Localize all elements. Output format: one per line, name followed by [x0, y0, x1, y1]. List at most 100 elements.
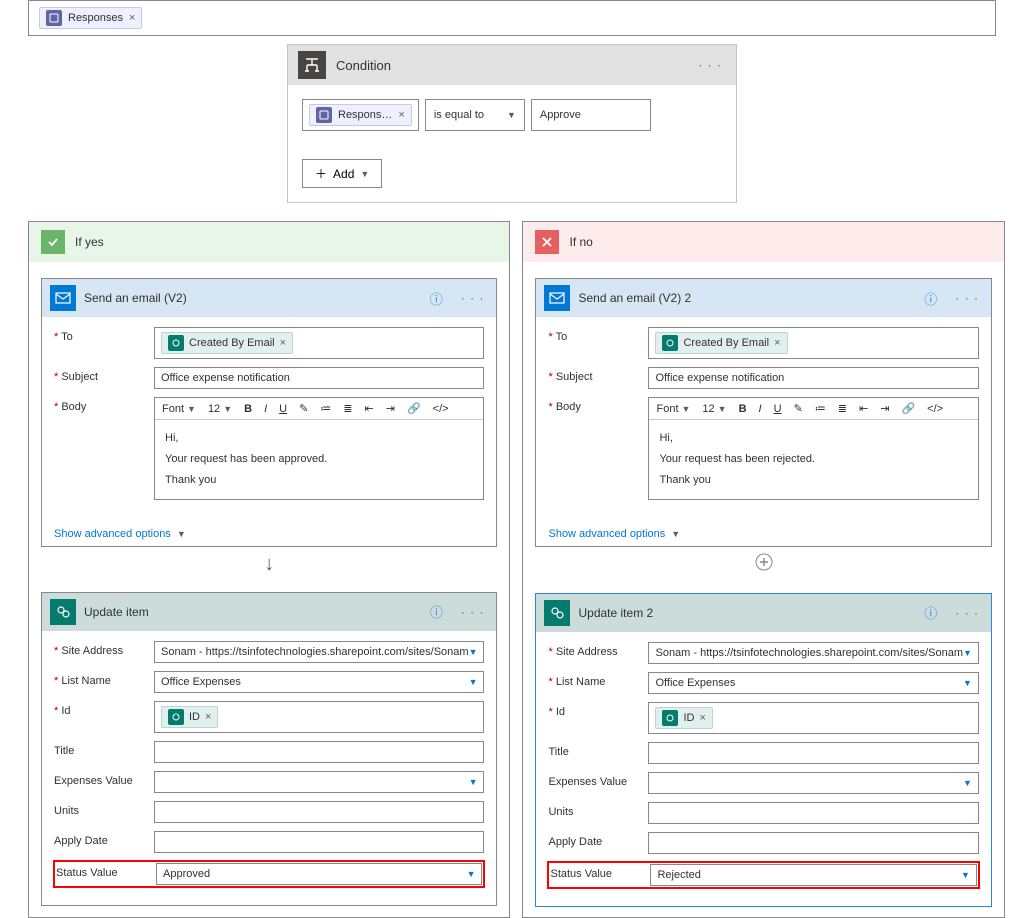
action-header[interactable]: Send an email (V2) 2 ⓘ · · · [536, 279, 990, 317]
editor-content[interactable]: Hi, Your request has been approved. Than… [155, 420, 483, 499]
created-by-email-token[interactable]: Created By Email × [655, 332, 787, 354]
indent-button[interactable]: ⇥ [877, 400, 892, 417]
expenses-select[interactable]: ▼ [648, 772, 978, 794]
condition-header[interactable]: Condition · · · [288, 45, 736, 85]
add-step-button[interactable] [523, 553, 1003, 577]
status-select[interactable]: Rejected ▼ [650, 864, 976, 886]
if-yes-header: If yes [29, 222, 509, 262]
if-yes-branch: If yes Send an email (V2) ⓘ · · · To [28, 221, 510, 918]
underline-button[interactable]: U [771, 401, 785, 417]
id-token[interactable]: ID × [161, 706, 218, 728]
action-menu-button[interactable]: · · · [457, 291, 489, 305]
responses-token[interactable]: Respons… × [309, 104, 412, 126]
units-input[interactable] [648, 802, 978, 824]
chevron-down-icon: ▼ [961, 870, 970, 880]
status-label: Status Value [550, 864, 642, 880]
show-advanced-link[interactable]: Show advanced options ▼ [536, 518, 692, 546]
id-token[interactable]: ID × [655, 707, 712, 729]
body-line: Hi, [659, 428, 967, 449]
units-input[interactable] [154, 801, 484, 823]
expenses-select[interactable]: ▼ [154, 771, 484, 793]
help-icon[interactable]: ⓘ [424, 289, 449, 308]
bold-button[interactable]: B [241, 401, 255, 417]
status-select[interactable]: Approved ▼ [156, 863, 482, 885]
id-input[interactable]: ID × [154, 701, 484, 733]
apply-date-input[interactable] [154, 831, 484, 853]
to-input[interactable]: Created By Email × [154, 327, 484, 359]
highlight-button[interactable]: ✎ [791, 400, 806, 417]
outdent-button[interactable]: ⇤ [856, 400, 871, 417]
bullet-list-button[interactable]: ≔ [317, 400, 334, 417]
status-value: Approved [163, 868, 210, 880]
created-by-email-token[interactable]: Created By Email × [161, 332, 293, 354]
underline-button[interactable]: U [276, 401, 290, 417]
outdent-button[interactable]: ⇤ [362, 400, 377, 417]
remove-token-icon[interactable]: × [205, 711, 211, 723]
font-size-select[interactable]: 12 ▼ [699, 401, 729, 417]
id-input[interactable]: ID × [648, 702, 978, 734]
body-line: Your request has been rejected. [659, 449, 967, 470]
subject-label: Subject [54, 367, 146, 383]
remove-token-icon[interactable]: × [129, 12, 135, 24]
chevron-down-icon: ▼ [467, 869, 476, 879]
responses-token[interactable]: Responses × [39, 7, 142, 29]
help-icon[interactable]: ⓘ [918, 603, 943, 622]
site-address-select[interactable]: Sonam - https://tsinfotechnologies.share… [648, 642, 978, 664]
link-button[interactable]: 🔗 [404, 400, 424, 417]
action-menu-button[interactable]: · · · [457, 605, 489, 619]
highlight-button[interactable]: ✎ [296, 400, 311, 417]
title-input[interactable] [648, 742, 978, 764]
action-header[interactable]: Update item 2 ⓘ · · · [536, 594, 990, 632]
action-header[interactable]: Send an email (V2) ⓘ · · · [42, 279, 496, 317]
font-size-select[interactable]: 12 ▼ [205, 401, 235, 417]
remove-token-icon[interactable]: × [398, 109, 404, 121]
help-icon[interactable]: ⓘ [918, 289, 943, 308]
apply-date-input[interactable] [648, 832, 978, 854]
editor-content[interactable]: Hi, Your request has been rejected. Than… [649, 420, 977, 499]
action-menu-button[interactable]: · · · [951, 291, 983, 305]
bullet-list-button[interactable]: ≔ [812, 400, 829, 417]
code-view-button[interactable]: </> [924, 401, 946, 417]
send-email-card: Send an email (V2) ⓘ · · · To Created By… [41, 278, 497, 547]
help-icon[interactable]: ⓘ [424, 602, 449, 621]
title-input[interactable] [154, 741, 484, 763]
font-select[interactable]: Font ▼ [159, 401, 199, 417]
site-address-label: Site Address [54, 641, 146, 657]
remove-token-icon[interactable]: × [774, 337, 780, 349]
italic-button[interactable]: I [756, 401, 765, 417]
condition-right-value[interactable]: Approve [531, 99, 651, 131]
close-icon [535, 230, 559, 254]
condition-left-operand[interactable]: Respons… × [302, 99, 419, 131]
body-editor[interactable]: Font ▼ 12 ▼ B I U ✎ ≔ ≣ ⇤ ⇥ 🔗 </> [154, 397, 484, 500]
subject-input[interactable]: Office expense notification [648, 367, 978, 389]
subject-label: Subject [548, 367, 640, 383]
loop-container[interactable]: Responses × [28, 0, 996, 36]
font-select[interactable]: Font ▼ [653, 401, 693, 417]
italic-button[interactable]: I [261, 401, 270, 417]
condition-menu-button[interactable]: · · · [694, 58, 726, 72]
code-view-button[interactable]: </> [430, 401, 452, 417]
action-header[interactable]: Update item ⓘ · · · [42, 593, 496, 631]
list-name-select[interactable]: Office Expenses ▼ [154, 671, 484, 693]
indent-button[interactable]: ⇥ [383, 400, 398, 417]
list-name-select[interactable]: Office Expenses ▼ [648, 672, 978, 694]
show-advanced-link[interactable]: Show advanced options ▼ [42, 518, 198, 546]
apply-date-label: Apply Date [54, 831, 146, 847]
to-input[interactable]: Created By Email × [648, 327, 978, 359]
remove-token-icon[interactable]: × [280, 337, 286, 349]
action-menu-button[interactable]: · · · [951, 606, 983, 620]
bold-button[interactable]: B [736, 401, 750, 417]
link-button[interactable]: 🔗 [898, 400, 918, 417]
list-name-label: List Name [54, 671, 146, 687]
numbered-list-button[interactable]: ≣ [835, 400, 850, 417]
condition-operator-select[interactable]: is equal to ▼ [425, 99, 525, 131]
expenses-label: Expenses Value [54, 771, 146, 787]
status-label: Status Value [56, 863, 148, 879]
numbered-list-button[interactable]: ≣ [340, 400, 355, 417]
body-editor[interactable]: Font ▼ 12 ▼ B I U ✎ ≔ ≣ ⇤ ⇥ 🔗 </> [648, 397, 978, 500]
subject-input[interactable]: Office expense notification [154, 367, 484, 389]
remove-token-icon[interactable]: × [699, 712, 705, 724]
site-address-select[interactable]: Sonam - https://tsinfotechnologies.share… [154, 641, 484, 663]
add-condition-button[interactable]: ＋ Add ▼ [302, 159, 382, 188]
condition-icon [298, 51, 326, 79]
